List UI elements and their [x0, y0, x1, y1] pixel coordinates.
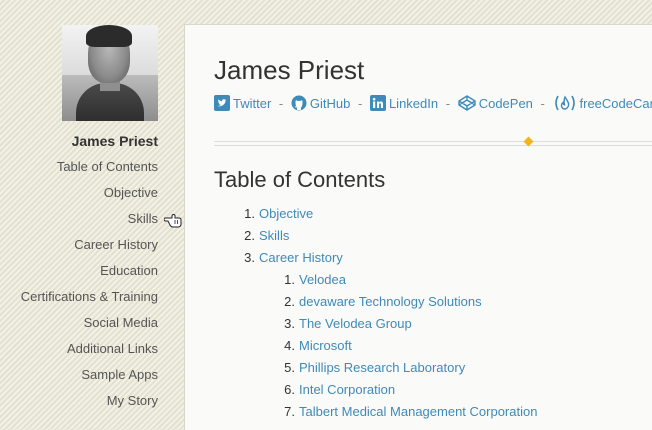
separator: -	[445, 96, 451, 111]
toc-subitem: 2. devaware Technology Solutions	[277, 291, 537, 313]
toc-subitem: 7. Talbert Medical Management Corporation	[277, 401, 537, 423]
sidebar-item-education[interactable]: Education	[0, 261, 158, 287]
twitter-link[interactable]: Twitter	[214, 95, 275, 111]
github-link[interactable]: GitHub	[287, 95, 354, 111]
separator: -	[540, 96, 545, 111]
divider	[214, 141, 652, 146]
toc-item: 1. Objective	[237, 203, 537, 225]
toc-number: 5.	[284, 360, 295, 375]
freecodecamp-label: freeCodeCamp	[579, 96, 652, 111]
sidebar-item-objective[interactable]: Objective	[0, 183, 158, 209]
toc-subitem: 1. Velodea	[277, 269, 537, 291]
sidebar: James Priest Table of Contents Objective…	[0, 0, 182, 429]
sidebar-item-table-of-contents[interactable]: Table of Contents	[0, 157, 158, 183]
twitter-icon	[214, 95, 230, 111]
pointer-hand-icon	[164, 213, 182, 228]
sidebar-name: James Priest	[71, 133, 158, 149]
toc-number: 1.	[284, 272, 295, 287]
toc-link-devaware[interactable]: devaware Technology Solutions	[299, 294, 482, 309]
social-links: Twitter - GitHub - LinkedIn - CodePen - …	[214, 95, 652, 113]
toc-sublist: 1. Velodea 2. devaware Technology Solution…	[237, 269, 537, 423]
linkedin-icon	[369, 95, 386, 111]
avatar	[62, 25, 158, 121]
toc-heading: Table of Contents	[214, 167, 386, 192]
sidebar-item-social-media[interactable]: Social Media	[0, 313, 158, 339]
linkedin-link[interactable]: LinkedIn	[366, 95, 441, 111]
toc-link-intel[interactable]: Intel Corporation	[299, 382, 395, 397]
toc-link-objective[interactable]: Objective	[259, 206, 313, 221]
sidebar-nav: Table of Contents Objective Skills Caree…	[0, 157, 158, 417]
toc-link-career-history[interactable]: Career History	[259, 250, 343, 265]
toc-number: 1.	[244, 206, 255, 221]
toc-number: 3.	[244, 250, 255, 265]
toc-number: 2.	[244, 228, 255, 243]
toc-link-skills[interactable]: Skills	[259, 228, 289, 243]
toc-number: 3.	[284, 316, 295, 331]
linkedin-label: LinkedIn	[388, 96, 439, 111]
freecodecamp-icon	[554, 95, 575, 111]
codepen-label: CodePen	[478, 96, 533, 111]
freecodecamp-link[interactable]: freeCodeCamp	[549, 95, 652, 111]
toc-subitem: 3. The Velodea Group	[277, 313, 537, 335]
toc-link-talbert[interactable]: Talbert Medical Management Corporation	[299, 404, 537, 419]
toc-link-phillips[interactable]: Phillips Research Laboratory	[299, 360, 465, 375]
toc-link-velodea[interactable]: Velodea	[299, 272, 346, 287]
toc-item: 2. Skills	[237, 225, 537, 247]
page-title: James Priest	[214, 55, 365, 85]
sidebar-item-my-story[interactable]: My Story	[0, 391, 158, 417]
separator: -	[278, 96, 284, 111]
twitter-label: Twitter	[233, 96, 272, 111]
github-icon	[291, 95, 307, 111]
toc-subitem: 4. Microsoft	[277, 335, 537, 357]
toc-subitem: 5. Phillips Research Laboratory	[277, 357, 537, 379]
toc-list: 1. Objective 2. Skills 3. Career History 1.…	[237, 203, 537, 423]
toc-link-velodea-group[interactable]: The Velodea Group	[299, 316, 412, 331]
toc-number: 4.	[284, 338, 295, 353]
main-content: James Priest Twitter - GitHub - LinkedIn…	[184, 24, 652, 430]
sidebar-item-additional-links[interactable]: Additional Links	[0, 339, 158, 365]
toc-link-microsoft[interactable]: Microsoft	[299, 338, 352, 353]
sidebar-item-sample-apps[interactable]: Sample Apps	[0, 365, 158, 391]
separator: -	[357, 96, 363, 111]
github-label: GitHub	[309, 96, 351, 111]
toc-item: 3. Career History 1. Velodea 2. devaware Te…	[237, 247, 537, 423]
toc-number: 7.	[284, 404, 295, 419]
codepen-link[interactable]: CodePen	[454, 95, 536, 111]
codepen-icon	[458, 95, 476, 111]
toc-number: 6.	[284, 382, 295, 397]
sidebar-item-certifications[interactable]: Certifications & Training	[0, 287, 158, 313]
sidebar-item-career-history[interactable]: Career History	[0, 235, 158, 261]
toc-subitem: 6. Intel Corporation	[277, 379, 537, 401]
sidebar-item-skills[interactable]: Skills	[0, 209, 158, 235]
toc-number: 2.	[284, 294, 295, 309]
